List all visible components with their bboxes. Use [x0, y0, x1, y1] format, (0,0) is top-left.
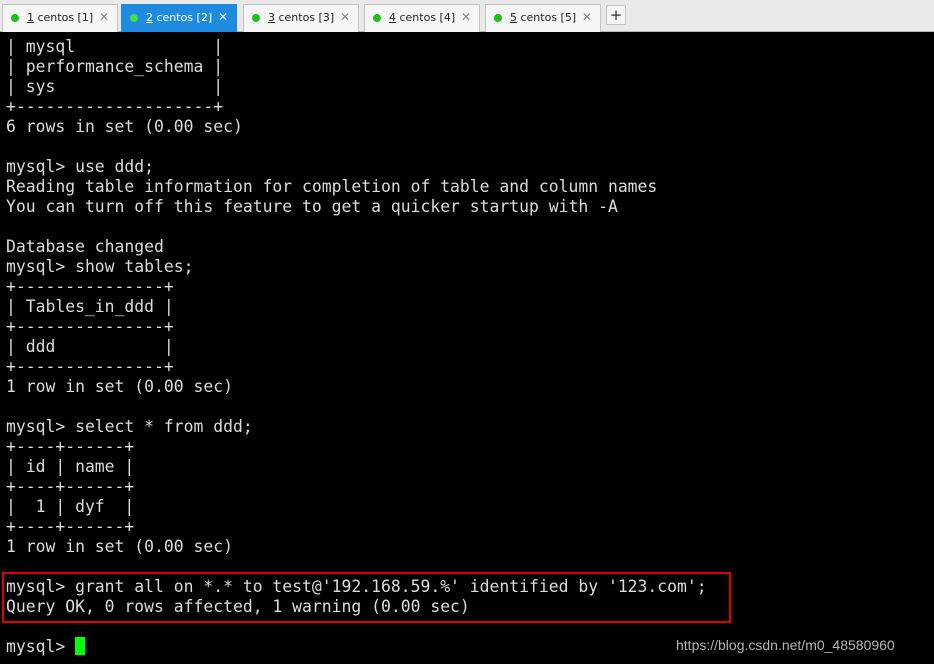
- terminal-line: +----+------+: [6, 437, 135, 456]
- close-icon[interactable]: ✕: [582, 10, 592, 24]
- close-icon[interactable]: ✕: [99, 10, 109, 24]
- terminal-line: 6 rows in set (0.00 sec): [6, 117, 243, 136]
- tab-label: 4 centos [4]: [389, 11, 456, 24]
- tab-label: 1 centos [1]: [27, 11, 94, 24]
- connection-status-icon: [11, 14, 19, 22]
- highlight-annotation-box: [2, 572, 731, 623]
- terminal-line: | id | name |: [6, 457, 135, 476]
- terminal-line: | Tables_in_ddd |: [6, 297, 174, 316]
- terminal-line: +----+------+: [6, 517, 135, 536]
- terminal-line: +---------------+: [6, 357, 174, 376]
- terminal-line: mysql> select * from ddd;: [6, 417, 253, 436]
- tab-centos-4[interactable]: 4 centos [4] ✕: [364, 4, 480, 32]
- connection-status-icon: [373, 14, 381, 22]
- connection-status-icon: [494, 14, 502, 22]
- close-icon[interactable]: ✕: [218, 10, 228, 24]
- terminal-line: You can turn off this feature to get a q…: [6, 197, 618, 216]
- tab-centos-5[interactable]: 5 centos [5] ✕: [485, 4, 601, 32]
- mysql-prompt: mysql>: [6, 637, 76, 656]
- terminal-line: | 1 | dyf |: [6, 497, 135, 516]
- watermark-text: https://blog.csdn.net/m0_48580960: [676, 637, 895, 653]
- terminal-line: | sys |: [6, 77, 224, 96]
- tab-bar: 1 centos [1] ✕ 2 centos [2] ✕ 3 centos […: [0, 0, 934, 32]
- connection-status-icon: [130, 14, 138, 22]
- tab-label: 5 centos [5]: [510, 11, 577, 24]
- terminal-line: Database changed: [6, 237, 164, 256]
- terminal-line: | ddd |: [6, 337, 174, 356]
- connection-status-icon: [252, 14, 260, 22]
- terminal-line: 1 row in set (0.00 sec): [6, 377, 233, 396]
- terminal-line: 1 row in set (0.00 sec): [6, 537, 233, 556]
- close-icon[interactable]: ✕: [461, 10, 471, 24]
- close-icon[interactable]: ✕: [340, 10, 350, 24]
- terminal-line: | mysql |: [6, 37, 224, 56]
- tab-centos-2[interactable]: 2 centos [2] ✕: [121, 4, 237, 32]
- terminal-line: +---------------+: [6, 277, 174, 296]
- terminal-line: | performance_schema |: [6, 57, 224, 76]
- tab-label: 3 centos [3]: [268, 11, 335, 24]
- terminal-line: Reading table information for completion…: [6, 177, 658, 196]
- tab-centos-3[interactable]: 3 centos [3] ✕: [243, 4, 359, 32]
- add-tab-button[interactable]: +: [606, 5, 626, 25]
- terminal-output[interactable]: | mysql | | performance_schema | | sys |…: [6, 37, 934, 664]
- terminal-line: +----+------+: [6, 477, 135, 496]
- tab-centos-1[interactable]: 1 centos [1] ✕: [2, 4, 118, 32]
- text-cursor: [75, 637, 86, 655]
- terminal-line: mysql> show tables;: [6, 257, 194, 276]
- tab-label: 2 centos [2]: [146, 11, 213, 24]
- terminal-line: mysql> use ddd;: [6, 157, 155, 176]
- terminal-line: +--------------------+: [6, 97, 224, 116]
- terminal-line: +---------------+: [6, 317, 174, 336]
